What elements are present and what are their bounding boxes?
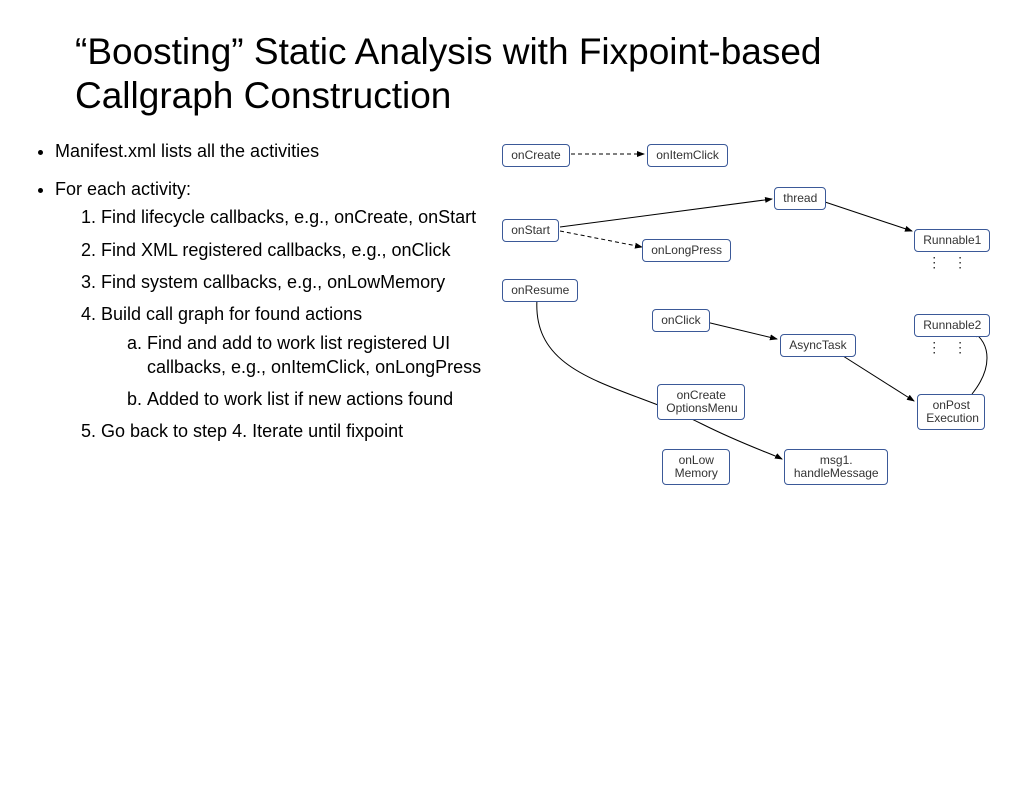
node-onLowMemory: onLowMemory <box>662 449 730 485</box>
bullet-2-text: For each activity: <box>55 179 191 199</box>
node-Runnable1: Runnable1 <box>914 229 990 252</box>
step-5: Go back to step 4. Iterate until fixpoin… <box>101 419 492 443</box>
node-Runnable2: Runnable2 <box>914 314 990 337</box>
callgraph-diagram: onCreate onItemClick thread onStart Runn… <box>502 139 994 569</box>
node-onItemClick: onItemClick <box>647 144 728 167</box>
step-4: Build call graph for found actions Find … <box>101 302 492 411</box>
bullet-list: Manifest.xml lists all the activities Fo… <box>30 139 492 569</box>
node-onClick: onClick <box>652 309 709 332</box>
slide-content: Manifest.xml lists all the activities Fo… <box>0 139 1024 569</box>
step-2: Find XML registered callbacks, e.g., onC… <box>101 238 492 262</box>
step-3: Find system callbacks, e.g., onLowMemory <box>101 270 492 294</box>
step-4a: Find and add to work list registered UI … <box>147 331 492 380</box>
node-onCreateOptionsMenu: onCreateOptionsMenu <box>657 384 745 420</box>
node-onResume: onResume <box>502 279 578 302</box>
node-onCreate: onCreate <box>502 144 569 167</box>
slide-title: “Boosting” Static Analysis with Fixpoint… <box>75 30 949 119</box>
bullet-1: Manifest.xml lists all the activities <box>55 139 492 163</box>
step-4b: Added to work list if new actions found <box>147 387 492 411</box>
node-thread: thread <box>774 187 826 210</box>
step-4-text: Build call graph for found actions <box>101 304 362 324</box>
ellipsis-2: ⋮ ⋮ <box>927 339 971 356</box>
node-onStart: onStart <box>502 219 559 242</box>
step-1: Find lifecycle callbacks, e.g., onCreate… <box>101 205 492 229</box>
bullet-2: For each activity: Find lifecycle callba… <box>55 177 492 444</box>
node-onPostExecution: onPostExecution <box>917 394 985 430</box>
node-onLongPress: onLongPress <box>642 239 731 262</box>
node-msg1handleMessage: msg1.handleMessage <box>784 449 888 485</box>
ellipsis-1: ⋮ ⋮ <box>927 254 971 271</box>
node-AsyncTask: AsyncTask <box>780 334 855 357</box>
